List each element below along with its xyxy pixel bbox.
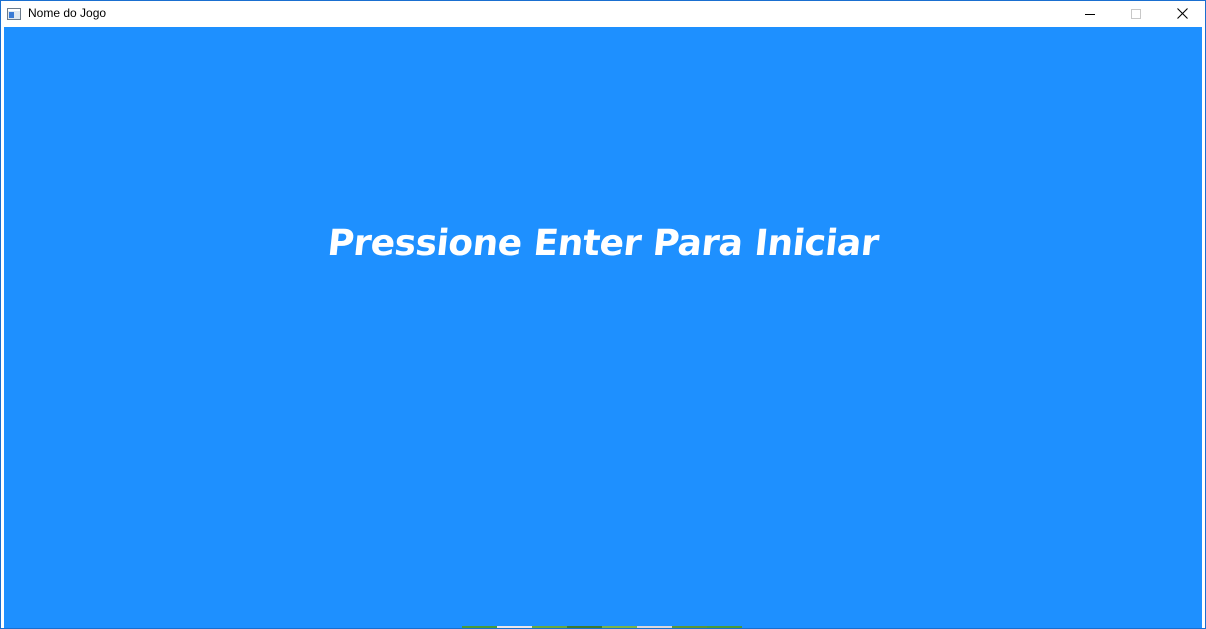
close-icon [1176, 8, 1188, 19]
window-title: Nome do Jogo [28, 6, 107, 20]
start-prompt: Pressione Enter Para Iniciar [325, 223, 881, 264]
maximize-button[interactable] [1113, 1, 1159, 26]
app-window-icon [7, 7, 21, 20]
title-bar[interactable]: Nome do Jogo [1, 1, 1205, 26]
game-window: Nome do Jogo Pressione Enter Para Inicia… [0, 0, 1206, 629]
close-button[interactable] [1159, 1, 1205, 26]
maximize-icon [1131, 8, 1141, 19]
window-controls [1067, 1, 1205, 26]
game-canvas[interactable]: Pressione Enter Para Iniciar [4, 27, 1202, 628]
minimize-icon [1085, 13, 1095, 15]
minimize-button[interactable] [1067, 1, 1113, 26]
game-scene-edge [462, 626, 742, 628]
